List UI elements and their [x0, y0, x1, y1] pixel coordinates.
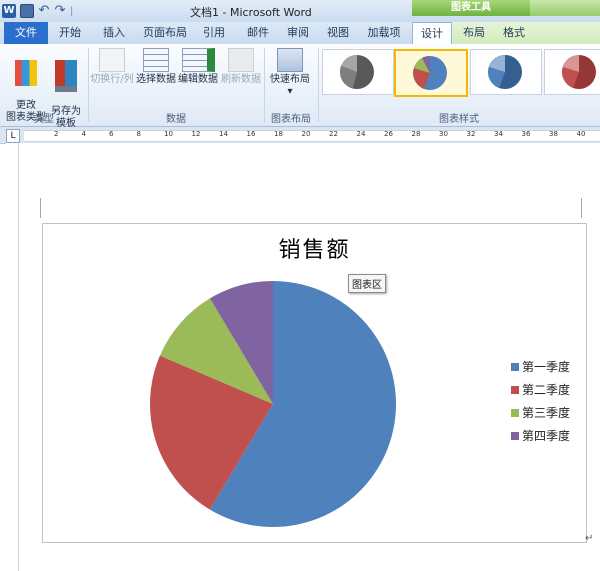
tab-format[interactable]: 格式 — [496, 22, 532, 43]
tab-selector-button[interactable]: L — [6, 129, 20, 143]
legend-label: 第四季度 — [522, 429, 571, 443]
chart-area-tooltip: 图表区 — [348, 274, 386, 293]
refresh-data-button[interactable]: 刷新数据 — [220, 48, 262, 86]
ruler-tick-label: 28 — [411, 130, 421, 138]
switch-row-column-icon — [99, 48, 125, 72]
ruler-tick-label: 16 — [246, 130, 256, 138]
group-label-type: 类型 — [34, 114, 54, 125]
tab-insert[interactable]: 插入 — [96, 22, 132, 43]
word-logo-icon[interactable]: W — [2, 4, 16, 18]
chart-area[interactable]: 销售额 图表区 第一季度第二季度第三季度第四季度 — [42, 223, 587, 543]
save-icon[interactable] — [20, 4, 34, 18]
tab-home[interactable]: 开始 — [52, 22, 88, 43]
refresh-data-icon — [228, 48, 254, 72]
legend-swatch — [511, 409, 519, 417]
ruler-tick-label: 4 — [81, 130, 86, 138]
edit-data-label: 编辑数据 — [178, 74, 218, 85]
legend-label: 第三季度 — [522, 406, 571, 420]
group-label-chart-styles: 图表样式 — [439, 114, 479, 125]
template-icon — [55, 60, 77, 92]
quick-layout-icon — [277, 48, 303, 72]
horizontal-ruler: L 2 4 6 8 10 12 14 16 18 20 22 24 26 28 30 32 34 36 38 40 — [0, 127, 600, 144]
legend-swatch — [511, 432, 519, 440]
chart-title[interactable]: 销售额 — [43, 232, 586, 264]
tab-design[interactable]: 设计 — [412, 22, 452, 45]
pie-thumb-icon — [413, 56, 447, 90]
group-label-data: 数据 — [166, 114, 186, 125]
ruler-tick-label: 24 — [356, 130, 366, 138]
page-margin-mark — [581, 198, 582, 218]
tab-review[interactable]: 审阅 — [280, 22, 316, 43]
qat-separator: | — [70, 5, 74, 17]
legend-swatch — [511, 363, 519, 371]
ruler-tick-label: 6 — [109, 130, 114, 138]
undo-icon[interactable]: ↶ — [38, 4, 50, 18]
ruler-tick-label: 20 — [301, 130, 311, 138]
group-label-chart-layout: 图表布局 — [271, 114, 311, 125]
chart-style-1[interactable] — [322, 49, 394, 95]
ruler-tick-label: 22 — [329, 130, 338, 138]
redo-icon[interactable]: ↷ — [54, 4, 66, 18]
dropdown-arrow-icon: ▾ — [287, 86, 293, 97]
tab-add-ins[interactable]: 加载项 — [362, 22, 406, 43]
chart-styles-gallery — [322, 49, 600, 107]
ruler-strip[interactable]: 2 4 6 8 10 12 14 16 18 20 22 24 26 28 30 32 34 36 38 40 — [24, 130, 600, 142]
tab-page-layout[interactable]: 页面布局 — [140, 22, 190, 43]
ruler-tick-label: 32 — [466, 130, 476, 138]
pie-thumb-icon — [562, 55, 596, 89]
tab-mailings[interactable]: 邮件 — [240, 22, 276, 43]
chart-style-3[interactable] — [470, 49, 542, 95]
ruler-tick-label: 30 — [439, 130, 448, 138]
ruler-tick-label: 10 — [164, 130, 173, 138]
switch-row-column-button[interactable]: 切换行/列 — [90, 48, 134, 86]
ruler-tick-label: 8 — [136, 130, 141, 138]
quick-layout-label: 快速布局 — [270, 74, 310, 85]
edit-data-button[interactable]: 编辑数据 — [178, 48, 218, 86]
chart-type-icon — [15, 60, 37, 86]
vertical-ruler[interactable] — [6, 143, 19, 571]
pie-thumb-icon — [340, 54, 374, 89]
ruler-tick-label: 40 — [576, 130, 586, 138]
ruler-tick-label: 34 — [494, 130, 503, 138]
ruler-tick-label: 18 — [274, 130, 283, 138]
window-title: 文档1 - Microsoft Word — [190, 6, 312, 19]
chart-tools-context-header: 图表工具 — [412, 0, 530, 16]
edit-data-icon — [181, 48, 215, 72]
ruler-tick-label: 38 — [549, 130, 558, 138]
tab-references[interactable]: 引用 — [196, 22, 232, 43]
chart-style-4[interactable] — [544, 49, 600, 95]
ruler-tick-label: 2 — [54, 130, 59, 138]
paragraph-mark: ↵ — [585, 533, 594, 544]
legend-label: 第二季度 — [522, 383, 571, 397]
tab-view[interactable]: 视图 — [320, 22, 356, 43]
chart-style-2-selected[interactable] — [394, 49, 468, 97]
pie-chart[interactable] — [143, 276, 403, 536]
pie-thumb-icon — [488, 55, 522, 89]
page-margin-mark — [40, 198, 41, 218]
select-data-icon — [143, 48, 169, 72]
refresh-data-label: 刷新数据 — [221, 74, 261, 85]
quick-layout-button[interactable]: 快速布局 ▾ — [268, 48, 312, 98]
quick-access-toolbar: W ↶ ↷ | — [2, 3, 73, 19]
ribbon-tab-row: 文件 开始 插入 页面布局 引用 邮件 审阅 视图 加载项 设计 布局 格式 — [0, 22, 600, 45]
switch-row-column-label: 切换行/列 — [90, 74, 134, 85]
select-data-button[interactable]: 选择数据 — [136, 48, 176, 86]
tab-file[interactable]: 文件 — [4, 22, 48, 44]
context-header-extension — [530, 0, 600, 16]
tab-layout[interactable]: 布局 — [456, 22, 492, 43]
ruler-tick-label: 12 — [191, 130, 201, 138]
legend-label: 第一季度 — [522, 360, 571, 374]
ribbon: 更改 图表类型 另存为 模板 类型 切换行/列 选择数据 编辑数据 刷新数据 数… — [0, 44, 600, 129]
legend-swatch — [511, 386, 519, 394]
ruler-tick-label: 26 — [384, 130, 393, 138]
ruler-tick-label: 36 — [521, 130, 531, 138]
select-data-label: 选择数据 — [136, 74, 176, 85]
ruler-tick-label: 14 — [219, 130, 228, 138]
